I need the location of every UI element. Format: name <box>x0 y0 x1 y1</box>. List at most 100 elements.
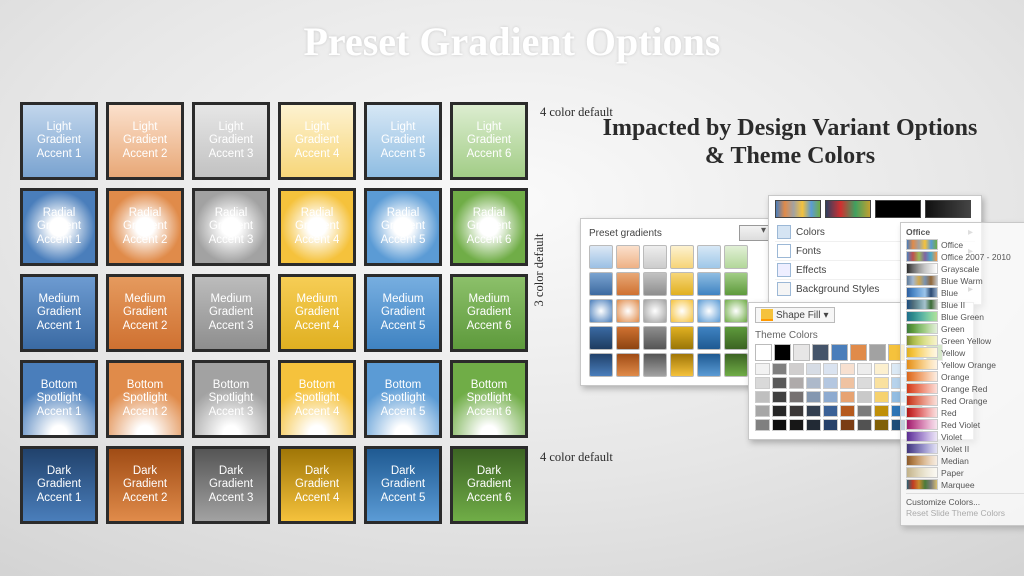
preset-thumb[interactable] <box>724 245 748 269</box>
shade-swatch[interactable] <box>874 391 889 403</box>
theme-color-swatch[interactable] <box>869 344 886 361</box>
shade-swatch[interactable] <box>823 419 838 431</box>
color-theme-item[interactable]: Red <box>906 407 1024 418</box>
color-theme-item[interactable]: Green Yellow <box>906 335 1024 346</box>
shade-swatch[interactable] <box>806 391 821 403</box>
shade-swatch[interactable] <box>840 391 855 403</box>
shade-swatch[interactable] <box>874 405 889 417</box>
preset-thumb[interactable] <box>589 326 613 350</box>
color-theme-item[interactable]: Violet <box>906 431 1024 442</box>
shade-swatch[interactable] <box>823 363 838 375</box>
shape-fill-button[interactable]: Shape Fill ▾ <box>755 307 835 323</box>
theme-color-swatch[interactable] <box>831 344 848 361</box>
shade-swatch[interactable] <box>857 363 872 375</box>
preset-thumb[interactable] <box>724 272 748 296</box>
variant-thumb[interactable] <box>775 200 821 218</box>
color-theme-item[interactable]: Office <box>906 239 1024 250</box>
color-theme-item[interactable]: Office 2007 - 2010 <box>906 251 1024 262</box>
color-theme-item[interactable]: Blue Green <box>906 311 1024 322</box>
shade-swatch[interactable] <box>857 419 872 431</box>
shade-swatch[interactable] <box>755 377 770 389</box>
shade-swatch[interactable] <box>789 377 804 389</box>
theme-color-swatch[interactable] <box>774 344 791 361</box>
shade-swatch[interactable] <box>840 377 855 389</box>
shade-swatch[interactable] <box>823 377 838 389</box>
shade-swatch[interactable] <box>874 419 889 431</box>
preset-thumb[interactable] <box>724 326 748 350</box>
color-theme-item[interactable]: Green <box>906 323 1024 334</box>
variant-thumb[interactable] <box>925 200 971 218</box>
color-theme-item[interactable]: Grayscale <box>906 263 1024 274</box>
preset-thumb[interactable] <box>643 326 667 350</box>
variant-thumb[interactable] <box>825 200 871 218</box>
preset-thumb[interactable] <box>616 299 640 323</box>
shade-swatch[interactable] <box>857 405 872 417</box>
shade-swatch[interactable] <box>789 419 804 431</box>
preset-thumb[interactable] <box>697 326 721 350</box>
shade-swatch[interactable] <box>874 377 889 389</box>
shade-swatch[interactable] <box>772 419 787 431</box>
shade-swatch[interactable] <box>857 391 872 403</box>
color-theme-item[interactable]: Marquee <box>906 479 1024 490</box>
color-theme-item[interactable]: Violet II <box>906 443 1024 454</box>
color-theme-item[interactable]: Median <box>906 455 1024 466</box>
shade-swatch[interactable] <box>789 405 804 417</box>
shade-swatch[interactable] <box>772 405 787 417</box>
preset-thumb[interactable] <box>697 272 721 296</box>
variant-thumb[interactable] <box>875 200 921 218</box>
color-theme-item[interactable]: Blue <box>906 287 1024 298</box>
preset-thumb[interactable] <box>643 353 667 377</box>
shade-swatch[interactable] <box>789 391 804 403</box>
preset-thumb[interactable] <box>670 245 694 269</box>
preset-thumb[interactable] <box>643 272 667 296</box>
shade-swatch[interactable] <box>840 363 855 375</box>
shade-swatch[interactable] <box>823 405 838 417</box>
preset-thumb[interactable] <box>697 353 721 377</box>
preset-thumb[interactable] <box>697 245 721 269</box>
preset-thumb[interactable] <box>697 299 721 323</box>
preset-thumb[interactable] <box>670 353 694 377</box>
shade-swatch[interactable] <box>755 363 770 375</box>
color-theme-item[interactable]: Blue Warm <box>906 275 1024 286</box>
customize-colors-item[interactable]: Customize Colors... <box>906 497 1024 507</box>
preset-thumb[interactable] <box>616 353 640 377</box>
shade-swatch[interactable] <box>857 377 872 389</box>
preset-thumb[interactable] <box>724 299 748 323</box>
color-theme-item[interactable]: Yellow Orange <box>906 359 1024 370</box>
shade-swatch[interactable] <box>806 419 821 431</box>
color-theme-item[interactable]: Red Violet <box>906 419 1024 430</box>
theme-color-swatch[interactable] <box>850 344 867 361</box>
preset-gradients-dropdown[interactable] <box>739 225 769 241</box>
preset-thumb[interactable] <box>670 326 694 350</box>
color-theme-item[interactable]: Red Orange <box>906 395 1024 406</box>
shade-swatch[interactable] <box>755 419 770 431</box>
shade-swatch[interactable] <box>823 391 838 403</box>
theme-color-swatch[interactable] <box>793 344 810 361</box>
preset-thumb[interactable] <box>589 272 613 296</box>
preset-thumb[interactable] <box>589 299 613 323</box>
preset-thumb[interactable] <box>616 272 640 296</box>
color-theme-item[interactable]: Orange Red <box>906 383 1024 394</box>
preset-thumb[interactable] <box>670 299 694 323</box>
shade-swatch[interactable] <box>789 363 804 375</box>
shade-swatch[interactable] <box>806 363 821 375</box>
color-theme-item[interactable]: Blue II <box>906 299 1024 310</box>
shade-swatch[interactable] <box>772 391 787 403</box>
shade-swatch[interactable] <box>806 377 821 389</box>
shade-swatch[interactable] <box>840 405 855 417</box>
preset-thumb[interactable] <box>589 245 613 269</box>
shade-swatch[interactable] <box>840 419 855 431</box>
shade-swatch[interactable] <box>755 405 770 417</box>
color-theme-item[interactable]: Yellow <box>906 347 1024 358</box>
color-theme-item[interactable]: Orange <box>906 371 1024 382</box>
preset-thumb[interactable] <box>643 245 667 269</box>
preset-thumb[interactable] <box>643 299 667 323</box>
theme-color-swatch[interactable] <box>812 344 829 361</box>
shade-swatch[interactable] <box>755 391 770 403</box>
color-theme-item[interactable]: Paper <box>906 467 1024 478</box>
theme-color-swatch[interactable] <box>755 344 772 361</box>
preset-thumb[interactable] <box>589 353 613 377</box>
shade-swatch[interactable] <box>772 377 787 389</box>
preset-thumb[interactable] <box>670 272 694 296</box>
preset-thumb[interactable] <box>724 353 748 377</box>
